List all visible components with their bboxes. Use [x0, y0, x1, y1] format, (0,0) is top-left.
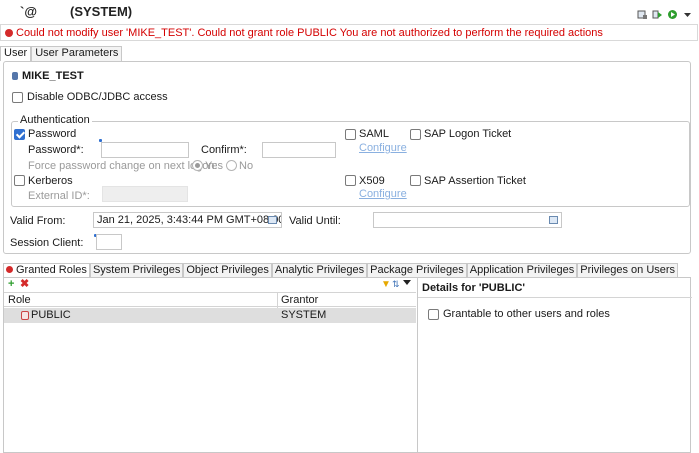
- error-icon: [6, 266, 13, 273]
- sort-icon[interactable]: ⇅: [392, 279, 400, 290]
- saml-label: SAML: [359, 128, 389, 140]
- view-menu-icon[interactable]: [403, 280, 411, 285]
- saml-configure-link[interactable]: Configure: [359, 142, 407, 154]
- tab-user[interactable]: User: [0, 46, 32, 61]
- authentication-title: Authentication: [18, 114, 92, 126]
- kerberos-label: Kerberos: [28, 175, 73, 187]
- force-change-yes-label: Yes: [205, 160, 223, 172]
- add-icon[interactable]: +: [8, 279, 14, 290]
- x509-checkbox[interactable]: [345, 175, 356, 186]
- details-divider: [418, 297, 692, 298]
- sap-logon-ticket-checkbox[interactable]: [410, 129, 421, 140]
- valid-from-input[interactable]: Jan 21, 2025, 3:43:44 PM GMT+08:00: [93, 212, 282, 228]
- roles-table-header: Role Grantor: [4, 292, 416, 308]
- valid-from-value: Jan 21, 2025, 3:43:44 PM GMT+08:00: [97, 214, 282, 226]
- force-change-yes-radio[interactable]: [192, 160, 203, 171]
- grantor-cell: SYSTEM: [281, 309, 327, 321]
- details-title: Details for 'PUBLIC': [422, 282, 526, 294]
- tab-package-privileges[interactable]: Package Privileges: [367, 263, 467, 278]
- calendar-icon[interactable]: [268, 216, 277, 224]
- error-message: Could not modify user 'MIKE_TEST'. Could…: [16, 27, 603, 39]
- tab-application-privileges[interactable]: Application Privileges: [466, 263, 578, 278]
- confirm-field-label: Confirm*:: [201, 144, 247, 156]
- session-client-input[interactable]: [96, 234, 122, 250]
- tab-granted-roles-label: Granted Roles: [16, 264, 87, 276]
- tab-object-privileges[interactable]: Object Privileges: [183, 263, 272, 278]
- editor-toolbar: [637, 9, 693, 20]
- filter-icon[interactable]: ▼: [381, 279, 391, 290]
- user-editor-tabs: User User Parameters: [0, 46, 123, 61]
- run-icon[interactable]: [652, 9, 663, 20]
- force-password-change-label: Force password change on next logon:: [28, 160, 218, 172]
- sap-assertion-ticket-label: SAP Assertion Ticket: [424, 175, 526, 187]
- grantable-checkbox[interactable]: [428, 309, 439, 320]
- sap-logon-ticket-label: SAP Logon Ticket: [424, 128, 512, 140]
- remove-icon[interactable]: ✖: [20, 279, 29, 290]
- column-header-role[interactable]: Role: [8, 294, 31, 306]
- valid-until-input[interactable]: [373, 212, 562, 228]
- confirm-password-input[interactable]: [262, 142, 336, 158]
- disable-odbc-checkbox[interactable]: [12, 92, 23, 103]
- editor-title-system: (SYSTEM): [70, 4, 133, 19]
- saml-checkbox[interactable]: [345, 129, 356, 140]
- kerberos-checkbox[interactable]: [14, 175, 25, 186]
- user-details-panel: MIKE_TEST Disable ODBC/JDBC access Authe…: [3, 61, 691, 254]
- x509-configure-link[interactable]: Configure: [359, 188, 407, 200]
- panel-splitter[interactable]: [417, 278, 418, 453]
- error-message-bar: Could not modify user 'MIKE_TEST'. Could…: [0, 24, 698, 41]
- error-icon: [5, 29, 13, 37]
- role-cell: PUBLIC: [31, 309, 71, 321]
- editor-title-prefix: `@: [20, 4, 38, 19]
- privilege-tabs: Granted Roles System Privileges Object P…: [3, 263, 679, 278]
- x509-label: X509: [359, 175, 385, 187]
- tab-privileges-on-users[interactable]: Privileges on Users: [577, 263, 679, 278]
- tab-system-privileges[interactable]: System Privileges: [89, 263, 184, 278]
- tab-analytic-privileges[interactable]: Analytic Privileges: [271, 263, 368, 278]
- column-divider[interactable]: [277, 293, 278, 308]
- column-header-grantor[interactable]: Grantor: [281, 294, 318, 306]
- tab-granted-roles[interactable]: Granted Roles: [3, 263, 90, 278]
- session-client-label: Session Client:: [10, 237, 84, 249]
- sap-assertion-ticket-checkbox[interactable]: [410, 175, 421, 186]
- role-icon: [21, 311, 29, 320]
- password-input[interactable]: [101, 142, 189, 158]
- table-row[interactable]: PUBLIC SYSTEM: [4, 308, 416, 323]
- roles-toolbar: + ✖ ▼ ⇅: [4, 278, 416, 292]
- calendar-icon[interactable]: [549, 216, 558, 224]
- external-id-label: External ID*:: [28, 190, 90, 202]
- password-field-label: Password*:: [28, 144, 84, 156]
- editor-title-bar: `@ (SYSTEM): [0, 0, 699, 24]
- force-change-no-radio[interactable]: [226, 160, 237, 171]
- password-checkbox[interactable]: [14, 129, 25, 140]
- force-change-no-label: No: [239, 160, 254, 172]
- valid-from-label: Valid From:: [10, 215, 66, 227]
- tab-user-parameters[interactable]: User Parameters: [31, 46, 123, 61]
- grantable-label: Grantable to other users and roles: [443, 308, 610, 320]
- password-label: Password: [28, 128, 77, 140]
- granted-roles-panel: + ✖ ▼ ⇅ Role Grantor PUBLIC SYSTEM Detai…: [3, 277, 692, 453]
- refresh-icon[interactable]: [667, 9, 678, 20]
- valid-until-label: Valid Until:: [289, 215, 341, 227]
- disable-odbc-label: Disable ODBC/JDBC access: [27, 91, 168, 103]
- deploy-icon[interactable]: [637, 9, 648, 20]
- user-icon: [12, 72, 18, 80]
- external-id-input[interactable]: [102, 186, 188, 202]
- more-icon[interactable]: [682, 9, 693, 20]
- user-name: MIKE_TEST: [22, 70, 84, 82]
